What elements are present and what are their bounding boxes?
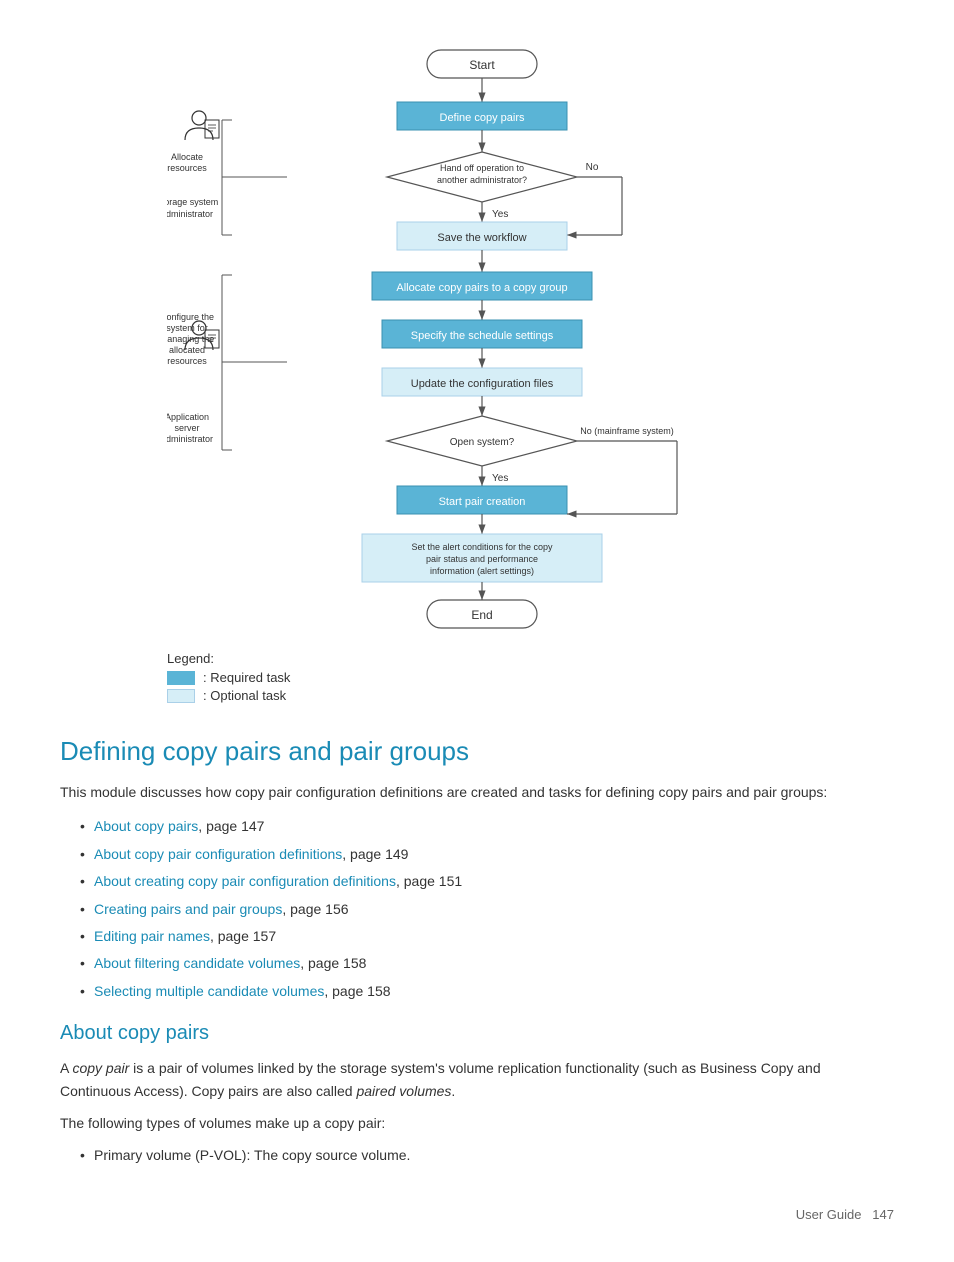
legend-title: Legend:: [167, 651, 787, 666]
flowchart-wrapper: Allocate resources Storage system admini…: [167, 20, 787, 706]
svg-text:End: End: [471, 608, 492, 622]
legend: Legend: : Required task : Optional task: [167, 651, 787, 703]
svg-text:another administrator?: another administrator?: [437, 175, 527, 185]
page-ref-1: , page 147: [198, 818, 264, 834]
flowchart-svg: Allocate resources Storage system admini…: [167, 20, 787, 640]
list-item-5: Editing pair names, page 157: [80, 925, 894, 947]
svg-text:Allocate: Allocate: [171, 152, 203, 162]
legend-optional-label: : Optional task: [203, 688, 286, 703]
page-ref-2: , page 149: [342, 846, 408, 862]
link-selecting-volumes[interactable]: Selecting multiple candidate volumes: [94, 983, 324, 999]
flowchart-section: Allocate resources Storage system admini…: [60, 20, 894, 706]
page-ref-5: , page 157: [210, 928, 276, 944]
svg-text:Storage system: Storage system: [167, 197, 218, 207]
legend-required-box: [167, 671, 195, 685]
link-about-copy-pairs[interactable]: About copy pairs: [94, 818, 198, 834]
svg-text:Hand off operation to: Hand off operation to: [440, 163, 524, 173]
volume-types-list: Primary volume (P-VOL): The copy source …: [80, 1144, 894, 1166]
svg-text:Set the alert conditions for t: Set the alert conditions for the copy: [411, 542, 553, 552]
link-filtering-volumes[interactable]: About filtering candidate volumes: [94, 955, 300, 971]
topic-list: About copy pairs, page 147 About copy pa…: [80, 815, 894, 1002]
page-footer: User Guide 147: [60, 1207, 894, 1222]
section-intro: This module discusses how copy pair conf…: [60, 781, 894, 803]
page-ref-4: , page 156: [282, 901, 348, 917]
italic-copy-pair: copy pair: [72, 1060, 129, 1076]
svg-text:administrator: administrator: [167, 434, 213, 444]
svg-text:Yes: Yes: [492, 473, 508, 484]
legend-optional-box: [167, 689, 195, 703]
page-ref-6: , page 158: [300, 955, 366, 971]
svg-text:allocated: allocated: [169, 345, 205, 355]
footer-page: 147: [872, 1207, 894, 1222]
svg-text:No (mainframe system): No (mainframe system): [580, 426, 674, 436]
link-about-config-defs[interactable]: About copy pair configuration definition…: [94, 846, 342, 862]
legend-optional: : Optional task: [167, 688, 787, 703]
svg-text:Allocate copy pairs to a copy: Allocate copy pairs to a copy group: [396, 282, 567, 294]
subsection-title-about: About copy pairs: [60, 1022, 894, 1045]
legend-required-label: : Required task: [203, 670, 290, 685]
svg-text:Start pair creation: Start pair creation: [439, 496, 526, 508]
svg-text:Open system?: Open system?: [450, 437, 515, 448]
page-ref-7: , page 158: [324, 983, 390, 999]
page-ref-3: , page 151: [396, 873, 462, 889]
svg-text:Configure the: Configure the: [167, 312, 214, 322]
svg-text:resources: resources: [167, 163, 207, 173]
svg-text:No: No: [586, 162, 599, 173]
svg-text:Update the configuration files: Update the configuration files: [411, 378, 554, 390]
list-item-4: Creating pairs and pair groups, page 156: [80, 898, 894, 920]
list-item-pvol: Primary volume (P-VOL): The copy source …: [80, 1144, 894, 1166]
section-title: Defining copy pairs and pair groups: [60, 736, 894, 767]
svg-text:Save the workflow: Save the workflow: [437, 232, 526, 244]
list-item-3: About creating copy pair configuration d…: [80, 870, 894, 892]
about-para2: The following types of volumes make up a…: [60, 1112, 894, 1134]
footer-label: User Guide: [796, 1207, 862, 1222]
svg-text:information (alert settings): information (alert settings): [430, 566, 534, 576]
svg-text:Specify the schedule settings: Specify the schedule settings: [411, 330, 554, 342]
link-creating-pairs[interactable]: Creating pairs and pair groups: [94, 901, 282, 917]
svg-text:managing the: managing the: [167, 334, 214, 344]
legend-required: : Required task: [167, 670, 787, 685]
list-item-2: About copy pair configuration definition…: [80, 843, 894, 865]
svg-text:Define copy pairs: Define copy pairs: [440, 112, 525, 124]
italic-paired-volumes: paired volumes: [356, 1083, 451, 1099]
svg-text:administrator: administrator: [167, 209, 213, 219]
svg-text:Start: Start: [469, 58, 495, 72]
svg-text:server: server: [174, 423, 199, 433]
svg-text:resources: resources: [167, 356, 207, 366]
svg-text:Yes: Yes: [492, 209, 508, 220]
svg-text:pair status and performance: pair status and performance: [426, 554, 538, 564]
list-item-7: Selecting multiple candidate volumes, pa…: [80, 980, 894, 1002]
svg-text:Application: Application: [167, 412, 209, 422]
list-item-6: About filtering candidate volumes, page …: [80, 952, 894, 974]
link-editing-names[interactable]: Editing pair names: [94, 928, 210, 944]
link-about-creating-defs[interactable]: About creating copy pair configuration d…: [94, 873, 396, 889]
about-para1: A copy pair is a pair of volumes linked …: [60, 1057, 894, 1102]
list-item-1: About copy pairs, page 147: [80, 815, 894, 837]
svg-text:system for: system for: [167, 323, 208, 333]
pvol-text: Primary volume (P-VOL): The copy source …: [94, 1147, 410, 1163]
